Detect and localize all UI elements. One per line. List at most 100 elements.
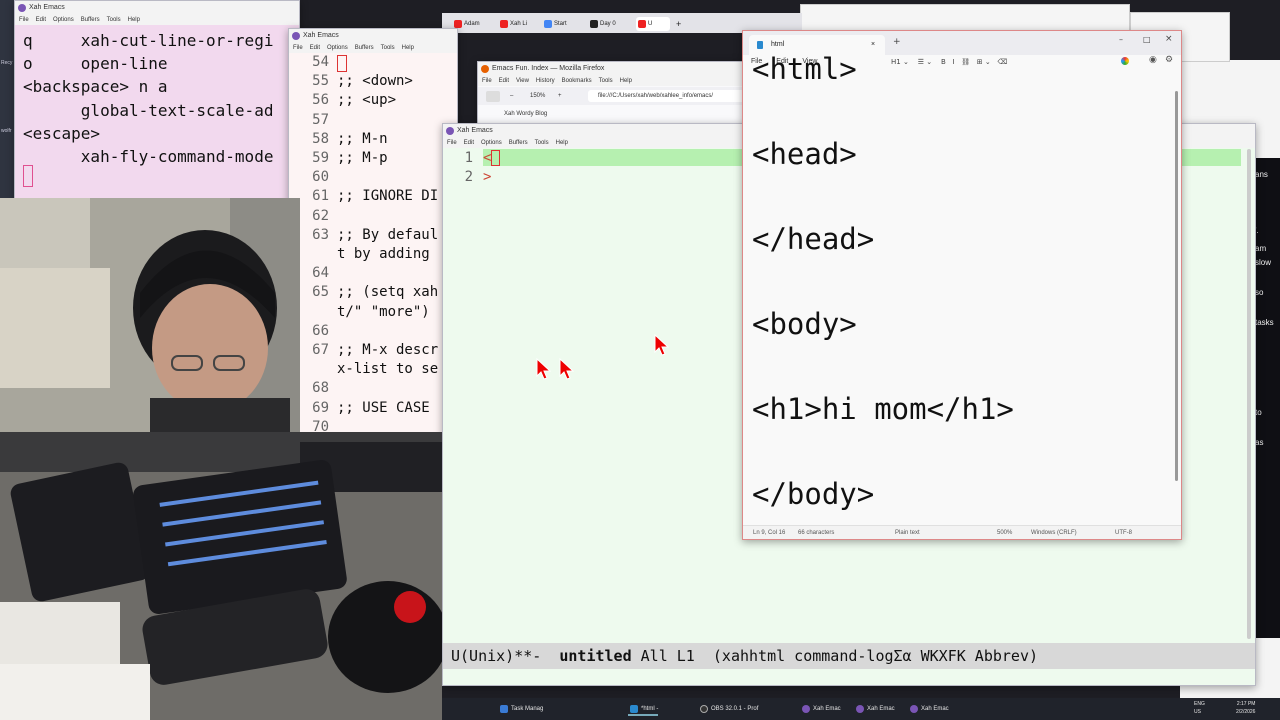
clock[interactable]: 2:17 PM 2/2/2026 (1236, 700, 1255, 716)
copilot-icon[interactable] (1121, 57, 1129, 65)
menu-help[interactable]: Help (128, 17, 140, 23)
menu-bar: File Edit Options Buffers Tools Help (15, 15, 299, 25)
text-line: <html> (752, 52, 857, 86)
menu-file[interactable]: File (19, 17, 29, 23)
new-tab-button[interactable]: + (674, 17, 681, 31)
account-icon[interactable]: ◉ (1149, 55, 1157, 65)
taskbar-item[interactable]: Xah Emac (854, 702, 895, 716)
menu-tools[interactable]: Tools (599, 78, 613, 84)
line-number: 54 (312, 54, 329, 70)
menu-buffers[interactable]: Buffers (509, 140, 528, 146)
input-language[interactable]: ENG US (1194, 700, 1205, 716)
youtube-icon (638, 20, 646, 28)
menu-help[interactable]: Help (556, 140, 568, 146)
menu-tools[interactable]: Tools (535, 140, 549, 146)
zoom-level[interactable]: 150% (530, 87, 545, 105)
taskbar-item[interactable]: Xah Emac (800, 702, 841, 716)
background-dark-panel: ans '. am slow so tasks to as (1252, 158, 1280, 638)
taskbar-item[interactable]: Task Manag (498, 702, 543, 716)
source-line: 59 ;; M-p (289, 149, 438, 168)
maximize-button[interactable]: □ (1143, 35, 1151, 44)
menu-options[interactable]: Options (481, 140, 502, 146)
menu-file[interactable]: File (447, 140, 457, 146)
desktop-label: wolfr (1, 128, 12, 134)
line-text: ;; M-x descr (337, 342, 439, 359)
source-line: 57 (289, 111, 438, 130)
gear-icon[interactable]: ⚙ (1165, 55, 1173, 65)
window-titlebar[interactable]: Xah Emacs (289, 29, 457, 43)
menu-tools[interactable]: Tools (107, 17, 121, 23)
menu-help[interactable]: Help (620, 78, 632, 84)
emacs-window-source[interactable]: Xah Emacs File Edit Options Buffers Tools Hel… (288, 28, 458, 438)
menu-edit[interactable]: Edit (36, 17, 46, 23)
taskbar-item-active[interactable]: *html - (628, 702, 659, 716)
scrollbar[interactable] (1175, 91, 1178, 481)
line-ending[interactable]: Windows (CRLF) (1031, 526, 1077, 539)
menu-history[interactable]: History (536, 78, 555, 84)
notepad-text-area[interactable]: <html> <head> </head> <body> <h1>hi mom</h1>… (752, 31, 1014, 537)
source-line: 65;; (setq xah (289, 283, 438, 302)
emacs-icon (446, 127, 454, 135)
menu-buffers[interactable]: Buffers (355, 45, 374, 51)
zoom-level[interactable]: 500% (997, 526, 1012, 539)
encoding[interactable]: UTF-8 (1115, 526, 1132, 539)
menu-bookmarks[interactable]: Bookmarks (562, 78, 592, 84)
menu-tools[interactable]: Tools (381, 45, 395, 51)
menu-edit[interactable]: Edit (310, 45, 320, 51)
notepad-window[interactable]: html × + – □ × File Edit View H1 ⌄ ☰ ⌄ B I … (742, 30, 1182, 540)
line-text: x-list to se (337, 361, 439, 378)
source-line: 58 ;; M-n (289, 130, 438, 149)
buffer-name: untitled (559, 647, 632, 665)
zoom-out-button[interactable]: – (510, 87, 513, 105)
menu-help[interactable]: Help (402, 45, 414, 51)
text-cursor (337, 55, 347, 72)
menu-edit[interactable]: Edit (499, 78, 509, 84)
window-title: Xah Emacs (303, 32, 339, 39)
window-titlebar[interactable]: Xah Emacs (15, 1, 299, 15)
code-line: <backspace> n a (23, 77, 168, 97)
cursor-position: Ln 9, Col 16 (753, 530, 786, 536)
source-lines[interactable]: 54 55 ;; <down> 56 ;; <up> 57 58 ;; M-n 59 ;; M-p… (289, 53, 438, 437)
obs-icon (700, 705, 708, 713)
browser-tab-active[interactable]: U (636, 17, 670, 31)
menu-file[interactable]: File (482, 78, 492, 84)
menu-buffers[interactable]: Buffers (81, 17, 100, 23)
line-number: 56 (312, 92, 329, 109)
zoom-in-button[interactable]: + (558, 87, 562, 105)
keybinding-list[interactable]: q xah-cut-line-or-regi o open-line <backsp… (23, 29, 273, 168)
browser-tab[interactable]: Start (542, 17, 567, 31)
emacs-icon (856, 705, 864, 713)
desktop-label: Recy (1, 60, 13, 66)
source-line: 69;; USE CASE (289, 399, 438, 418)
window-title: Emacs Fun. Index — Mozilla Firefox (492, 65, 605, 72)
menu-file[interactable]: File (293, 45, 303, 51)
youtube-icon (500, 20, 508, 28)
minimize-button[interactable]: – (1119, 35, 1123, 44)
close-button[interactable]: × (1165, 34, 1173, 44)
text-mode[interactable]: Plain text (895, 526, 920, 539)
google-icon (544, 20, 552, 28)
panel-text: so (1255, 288, 1264, 297)
line-text: ;; (setq xah (337, 284, 439, 301)
browser-tab[interactable]: Day 0 (588, 17, 616, 31)
mode-line: U(Unix)**- untitled All L1 (xahhtml comm… (443, 643, 1255, 669)
menu-view[interactable]: View (516, 78, 529, 84)
line-text: ;; <down> (337, 73, 413, 90)
menu-bar: File Edit Options Buffers Tools Help (289, 43, 457, 53)
taskbar-item[interactable]: OBS 32.0.1 - Prof (698, 702, 758, 716)
menu-edit[interactable]: Edit (464, 140, 474, 146)
text-line: <head> (752, 137, 857, 171)
menu-options[interactable]: Options (53, 17, 74, 23)
sidebar-icon[interactable] (486, 91, 500, 102)
mode-line-status: U(Unix)**- (451, 647, 560, 665)
line-text: ;; USE CASE (337, 399, 430, 416)
line-number: 2 (464, 169, 473, 186)
menu-options[interactable]: Options (327, 45, 348, 51)
window-titlebar[interactable]: Emacs Fun. Index — Mozilla Firefox (478, 62, 776, 76)
browser-tab[interactable]: Xah Li (498, 17, 527, 31)
scrollbar[interactable] (1247, 149, 1251, 639)
taskbar-item[interactable]: Xah Emac (908, 702, 949, 716)
bookmark-item[interactable]: Xah Wordy Blog (478, 107, 776, 121)
character-count: 66 characters (798, 530, 835, 536)
emacs-window-keys[interactable]: Xah Emacs File Edit Options Buffers Tools Hel… (14, 0, 300, 200)
